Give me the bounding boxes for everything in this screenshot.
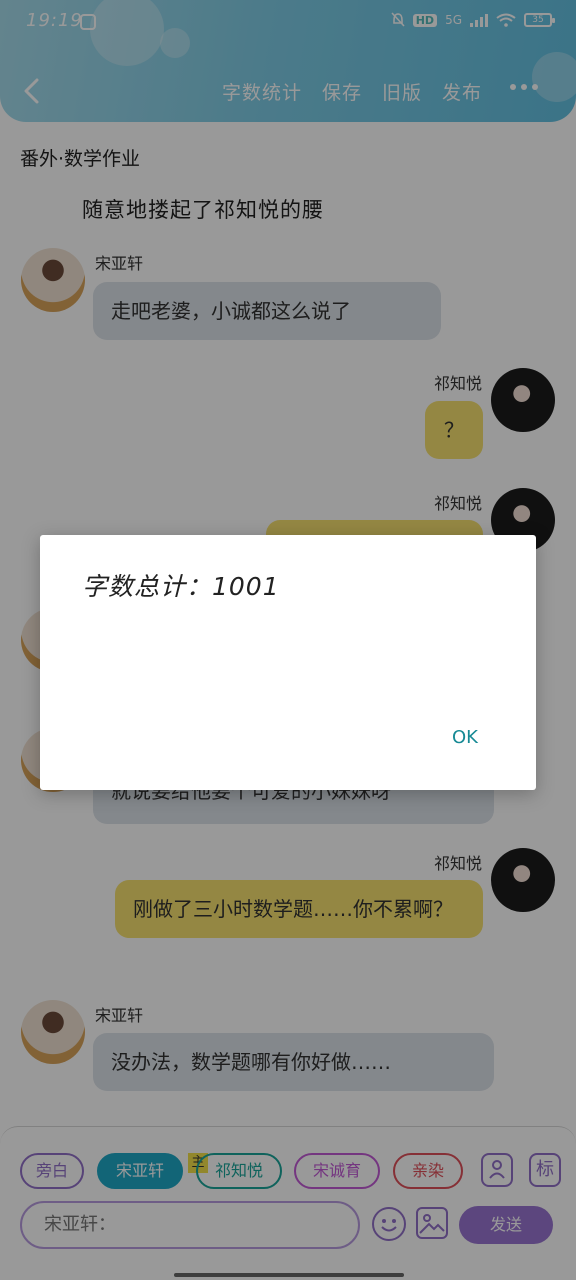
word-count-dialog: 字数总计：1001 OK xyxy=(40,535,536,790)
ok-button[interactable]: OK xyxy=(452,727,478,748)
dialog-message: 字数总计：1001 xyxy=(82,572,280,601)
